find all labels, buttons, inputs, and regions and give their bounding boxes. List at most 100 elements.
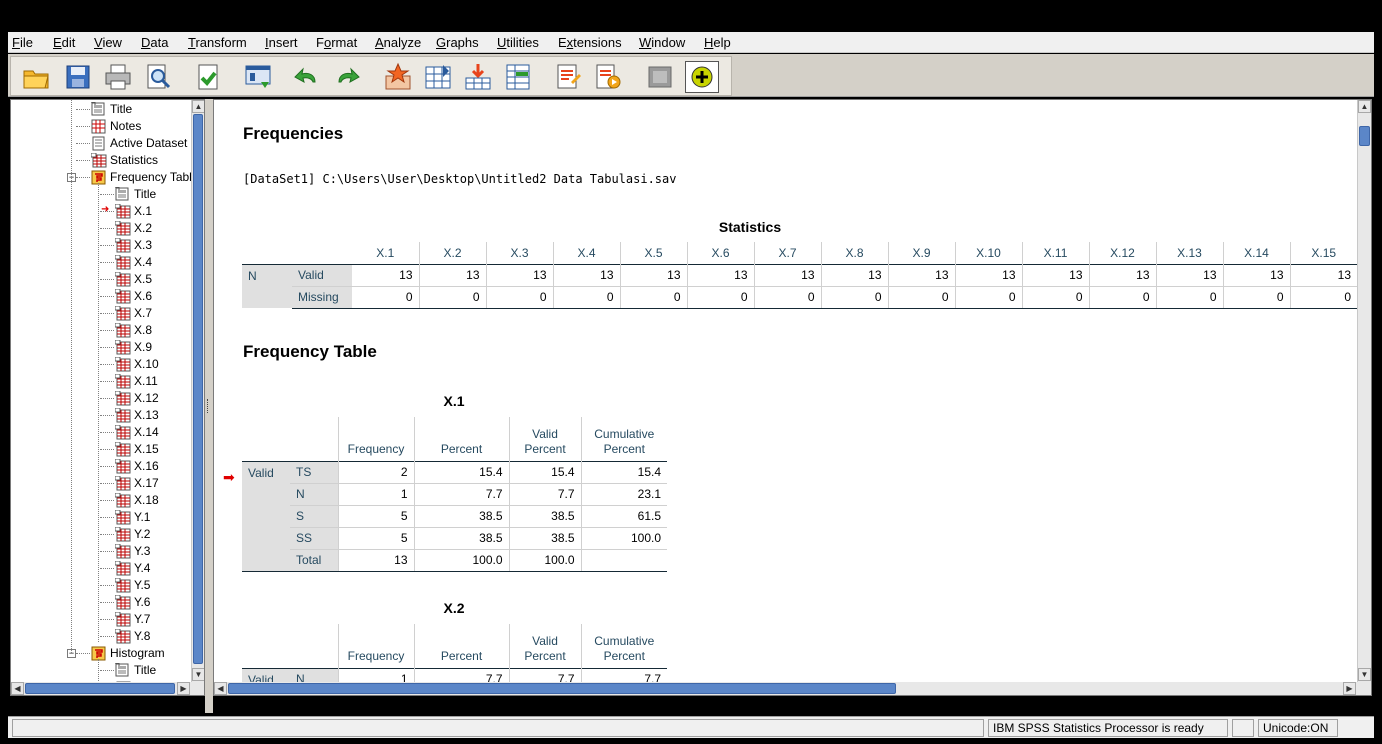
outline-item[interactable]: Y.5 bbox=[114, 577, 151, 594]
frequency-table-heading[interactable]: Frequency Table bbox=[243, 342, 377, 362]
outline-item[interactable]: X.13 bbox=[114, 407, 159, 424]
menu-data[interactable]: Data bbox=[141, 35, 168, 50]
viewer-scroll-down-icon[interactable]: ▼ bbox=[1358, 668, 1371, 681]
goto-case-icon[interactable] bbox=[421, 61, 455, 93]
outline-item[interactable]: Notes bbox=[91, 118, 141, 135]
outline-item[interactable]: X.14 bbox=[114, 424, 159, 441]
goto-data-icon[interactable] bbox=[381, 61, 415, 93]
outline-item[interactable]: Active Dataset bbox=[91, 135, 187, 152]
print-icon[interactable] bbox=[101, 61, 135, 93]
outline-item[interactable]: X.1 bbox=[114, 203, 152, 220]
outline-item[interactable]: X.12 bbox=[114, 390, 159, 407]
outline-item[interactable]: Y.7 bbox=[114, 611, 150, 628]
outline-item-label: Y.5 bbox=[134, 578, 151, 592]
outline-hscroll-thumb[interactable] bbox=[25, 683, 175, 694]
outline-item[interactable]: X.7 bbox=[114, 305, 152, 322]
outline-vertical-scrollbar[interactable]: ▲ ▼ bbox=[191, 100, 204, 682]
viewer-scroll-up-icon[interactable]: ▲ bbox=[1358, 100, 1371, 113]
outline-item[interactable]: X.16 bbox=[114, 458, 159, 475]
menu-transform[interactable]: Transform bbox=[188, 35, 247, 50]
redo-icon[interactable] bbox=[331, 61, 365, 93]
export-icon[interactable] bbox=[191, 61, 225, 93]
freq-column-header: Valid Percent bbox=[508, 624, 581, 668]
viewer-scroll-thumb[interactable] bbox=[1359, 126, 1370, 146]
outline-item[interactable]: Title bbox=[115, 662, 156, 679]
statistics-table[interactable]: X.1 X.2 X.3 X.4 X.5 X.6 X.7 X.8 X.9 X.10 X.11 X.12 X… bbox=[242, 242, 1357, 309]
outline-item[interactable]: Y.3 bbox=[114, 543, 150, 560]
stat-cell: 13 bbox=[552, 263, 620, 286]
outline-scroll-thumb[interactable] bbox=[193, 114, 203, 664]
outline-item[interactable]: Y.1 bbox=[114, 509, 151, 526]
scroll-up-icon[interactable]: ▲ bbox=[192, 100, 204, 113]
status-panel-blank bbox=[12, 719, 984, 737]
table-icon bbox=[114, 339, 131, 355]
menu-extensions[interactable]: Extensions bbox=[558, 35, 622, 50]
outline-item[interactable]: Y.8 bbox=[114, 628, 150, 645]
goto-variable-icon[interactable] bbox=[461, 61, 495, 93]
outline-item[interactable]: Histogram bbox=[91, 645, 165, 662]
outline-item-label: Title bbox=[134, 663, 157, 677]
run-script-icon[interactable] bbox=[685, 61, 719, 93]
menu-file[interactable]: File bbox=[12, 35, 33, 50]
show-outline-icon[interactable] bbox=[551, 61, 585, 93]
viewer-vertical-scrollbar[interactable]: ▲ ▼ bbox=[1357, 100, 1371, 682]
menu-edit[interactable]: Edit bbox=[53, 35, 75, 50]
outline-item[interactable]: X.5 bbox=[114, 271, 152, 288]
viewer-scroll-right-icon[interactable]: ▶ bbox=[1343, 682, 1356, 695]
stat-cell: 0 bbox=[485, 285, 553, 309]
outline-item[interactable]: Y.4 bbox=[114, 560, 150, 577]
menu-analyze[interactable]: Analyze bbox=[375, 35, 421, 50]
freq-column-header: Cumulative Percent bbox=[580, 417, 667, 461]
outline-item[interactable]: X.6 bbox=[114, 288, 152, 305]
outline-item[interactable]: X.8 bbox=[114, 322, 152, 339]
save-icon[interactable] bbox=[61, 61, 95, 93]
freq-row-label: N bbox=[290, 482, 338, 505]
outline-item[interactable]: Y.6 bbox=[114, 594, 150, 611]
output-content: Frequencies [DataSet1] C:\Users\User\Des… bbox=[214, 100, 1357, 695]
dataset-line[interactable]: [DataSet1] C:\Users\User\Desktop\Untitle… bbox=[243, 172, 676, 186]
scroll-down-icon[interactable]: ▼ bbox=[192, 668, 204, 681]
freq-cell: 7.7 bbox=[508, 482, 581, 505]
open-icon[interactable] bbox=[19, 61, 53, 93]
pane-splitter[interactable] bbox=[205, 99, 213, 713]
freq-cell: 61.5 bbox=[580, 504, 667, 527]
menu-format[interactable]: Format bbox=[316, 35, 357, 50]
outline-item[interactable]: Statistics bbox=[90, 152, 158, 169]
menu-view[interactable]: View bbox=[94, 35, 122, 50]
menu-utilities[interactable]: Utilities bbox=[497, 35, 539, 50]
outline-item[interactable]: Y.2 bbox=[114, 526, 150, 543]
recall-dialog-icon[interactable] bbox=[241, 61, 275, 93]
scroll-right-icon[interactable]: ▶ bbox=[177, 682, 190, 695]
outline-item[interactable]: X.10 bbox=[114, 356, 159, 373]
outline-item[interactable]: X.2 bbox=[114, 220, 152, 237]
outline-item[interactable]: Title bbox=[115, 186, 156, 203]
variables-icon[interactable] bbox=[501, 61, 535, 93]
viewer-scroll-left-icon[interactable]: ◀ bbox=[214, 682, 227, 695]
freq-column-header: Frequency bbox=[337, 417, 414, 461]
viewer-horizontal-scrollbar[interactable]: ◀ ▶ bbox=[214, 682, 1371, 695]
outline-item[interactable]: X.3 bbox=[114, 237, 152, 254]
create-autoscript-icon[interactable] bbox=[643, 61, 677, 93]
outline-item[interactable]: X.15 bbox=[114, 441, 159, 458]
designate-window-icon[interactable] bbox=[591, 61, 625, 93]
outline-item[interactable]: X.4 bbox=[114, 254, 152, 271]
menu-window[interactable]: Window bbox=[639, 35, 685, 50]
outline-item[interactable]: X.17 bbox=[114, 475, 159, 492]
freq-table-x1[interactable]: Frequency Percent Valid Percent Cumulative … bbox=[242, 417, 667, 572]
outline-item[interactable]: Title bbox=[91, 101, 132, 118]
outline-item-label: X.13 bbox=[134, 408, 159, 422]
print-preview-icon[interactable] bbox=[141, 61, 175, 93]
outline-item[interactable]: X.9 bbox=[114, 339, 152, 356]
viewer-hscroll-thumb[interactable] bbox=[228, 683, 896, 694]
menu-help[interactable]: Help bbox=[704, 35, 731, 50]
outline-horizontal-scrollbar[interactable]: ◀ ▶ bbox=[11, 682, 204, 695]
scroll-left-icon[interactable]: ◀ bbox=[11, 682, 24, 695]
outline-item-label: Y.1 bbox=[134, 510, 151, 524]
outline-item[interactable]: Frequency Table bbox=[91, 169, 191, 186]
menu-graphs[interactable]: Graphs bbox=[436, 35, 479, 50]
outline-item[interactable]: X.11 bbox=[114, 373, 158, 390]
outline-item[interactable]: X.18 bbox=[114, 492, 159, 509]
undo-icon[interactable] bbox=[289, 61, 323, 93]
menu-insert[interactable]: Insert bbox=[265, 35, 298, 50]
frequencies-heading[interactable]: Frequencies bbox=[243, 124, 343, 144]
